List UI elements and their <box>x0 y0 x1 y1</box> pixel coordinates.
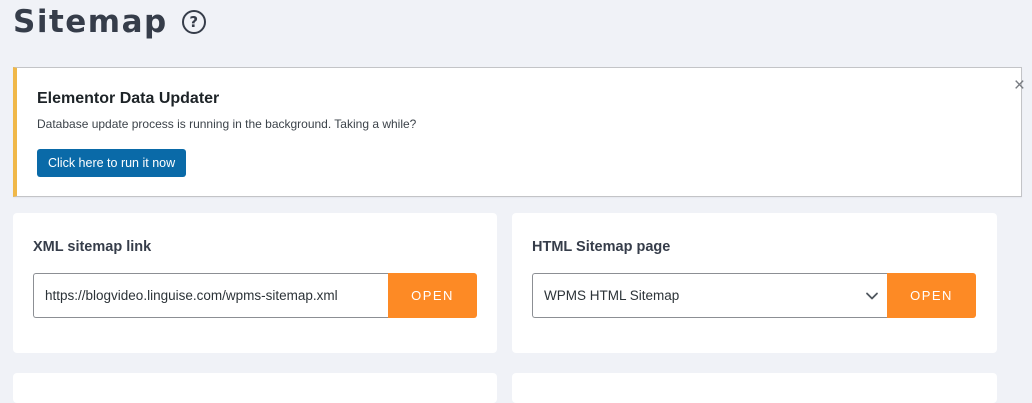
xml-sitemap-url-field[interactable]: https://blogvideo.linguise.com/wpms-site… <box>33 273 389 318</box>
run-update-button[interactable]: Click here to run it now <box>37 149 187 177</box>
html-sitemap-label: HTML Sitemap page <box>532 239 671 255</box>
notice-title: Elementor Data Updater <box>37 90 220 107</box>
html-sitemap-selected-value: WPMS HTML Sitemap <box>544 288 680 303</box>
xml-sitemap-url-value: https://blogvideo.linguise.com/wpms-site… <box>45 288 338 303</box>
page-title: Sitemap ? <box>13 4 206 40</box>
page-title-text: Sitemap <box>13 4 168 40</box>
open-xml-sitemap-button[interactable]: OPEN <box>388 273 477 318</box>
open-html-sitemap-button[interactable]: OPEN <box>887 273 976 318</box>
html-sitemap-card: HTML Sitemap page WPMS HTML Sitemap OPEN <box>512 213 997 353</box>
settings-card <box>13 373 497 403</box>
xml-sitemap-card: XML sitemap link https://blogvideo.lingu… <box>13 213 497 353</box>
chevron-down-icon <box>866 292 878 300</box>
html-sitemap-page-select[interactable]: WPMS HTML Sitemap <box>532 273 887 318</box>
xml-sitemap-label: XML sitemap link <box>33 239 152 255</box>
help-icon[interactable]: ? <box>181 10 206 34</box>
close-icon[interactable]: × <box>1014 76 1025 95</box>
notice-message: Database update process is running in th… <box>37 117 417 131</box>
settings-card <box>512 373 997 403</box>
elementor-update-notice: Elementor Data Updater Database update p… <box>13 67 1025 197</box>
